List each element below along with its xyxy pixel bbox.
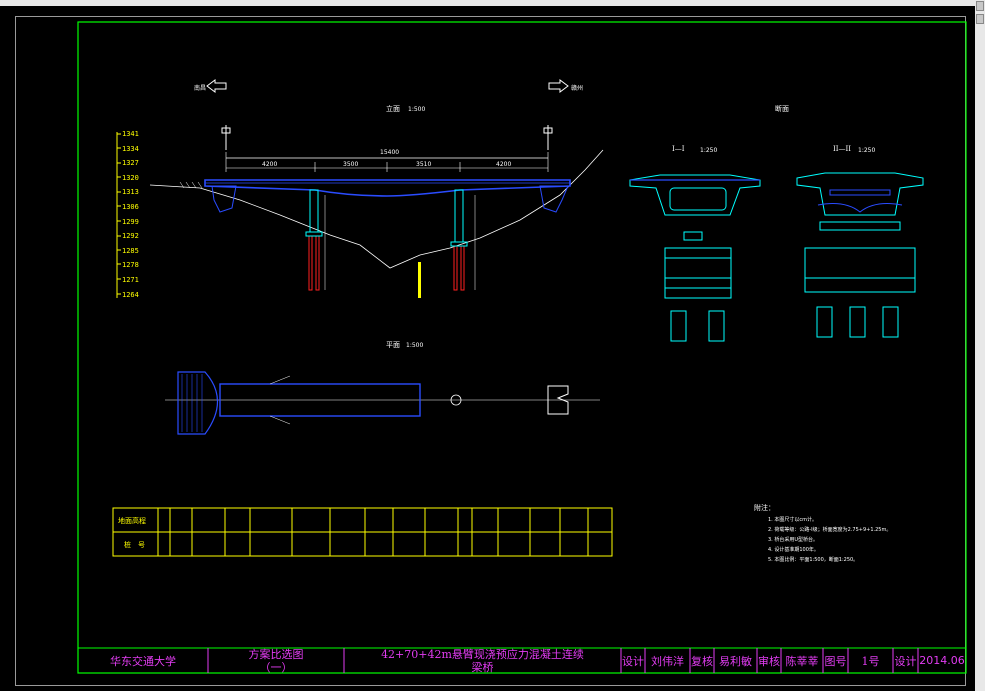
direction-right-label: 赣州 (571, 85, 584, 92)
elev-label: 1327 (122, 159, 139, 167)
dim-span2: 3500 (343, 161, 359, 168)
note-item: 5. 本图比例：平面1:500，断面1:250。 (768, 557, 859, 563)
drawing-title-line2: （一） (259, 660, 293, 674)
drawing-title: 方案比选图 （一） (208, 647, 344, 674)
designer-name: 刘伟洋 (651, 654, 684, 668)
school-name: 华东交通大学 (110, 654, 176, 668)
section2-scale: 1:250 (858, 147, 876, 154)
elev-label: 1292 (122, 232, 139, 240)
elev-label: 1341 (122, 130, 139, 138)
elev-label: 1334 (122, 145, 139, 153)
review-label: 复核 (691, 654, 713, 668)
table-row2-label: 桩 号 (124, 541, 145, 549)
direction-arrow-left (206, 79, 227, 93)
figno-label: 图号 (824, 654, 847, 668)
direction-left-label: 南昌 (194, 85, 207, 92)
title-block: 华东交通大学 方案比选图 （一） 42+70+42m悬臂现浇预应力混凝土连续 梁… (78, 647, 966, 674)
elev-label: 1320 (122, 174, 139, 182)
notes-title: 附注： (754, 504, 775, 512)
reviewer-name: 易利敏 (719, 654, 752, 668)
plan-scale: 1:500 (406, 342, 424, 349)
deck-girder (204, 179, 571, 197)
note-item: 2. 荷载等级：公路-I级；桥面宽度为2.75+9+1.25m。 (768, 527, 892, 533)
dim-span1: 4200 (262, 161, 278, 168)
dim-total: 15400 (380, 149, 400, 156)
project-title: 42+70+42m悬臂现浇预应力混凝土连续 梁桥 (344, 647, 621, 674)
section-view-1 (629, 174, 761, 342)
audit-label: 审核 (758, 654, 780, 668)
note-item: 3. 桥台采用U型桥台。 (768, 537, 819, 543)
drawing-frame (77, 21, 967, 674)
elev-label: 1285 (122, 247, 139, 255)
figno-value: 1号 (861, 654, 880, 668)
note-item: 1. 本图尺寸以cm计。 (768, 517, 817, 523)
project-line2: 梁桥 (471, 660, 494, 674)
elevation-scale: 1:500 (408, 106, 426, 113)
notes: 附注： 1. 本图尺寸以cm计。 2. 荷载等级：公路-I级；桥面宽度为2.75… (754, 503, 891, 563)
elev-label: 1271 (122, 276, 139, 284)
drawing-date: 2014.06 (919, 654, 965, 667)
direction-arrow-right (548, 79, 569, 93)
elevation-title: 立面 (386, 105, 400, 113)
auditor-name: 陈莘莘 (785, 654, 819, 668)
design-label: 设计 (622, 654, 644, 668)
section1-title: I—I (672, 145, 685, 153)
elev-label: 1306 (122, 203, 139, 211)
project-line1: 42+70+42m悬臂现浇预应力混凝土连续 (381, 647, 584, 661)
design-label-2: 设计 (894, 654, 917, 668)
elev-label: 1264 (122, 291, 139, 299)
elev-label: 1299 (122, 218, 139, 226)
elev-label: 1313 (122, 188, 139, 196)
ground-elevation-table (112, 507, 613, 557)
section2-title: II—II (833, 145, 852, 153)
drawing-title-line1: 方案比选图 (248, 647, 304, 661)
table-row1-label: 地面高程 (118, 517, 146, 525)
section-view-2 (796, 172, 924, 338)
plan-view (165, 371, 600, 435)
section1-scale: 1:250 (700, 147, 718, 154)
soil-layer-marker (418, 262, 421, 298)
elevation-view (116, 125, 604, 298)
dim-span4: 4200 (496, 161, 512, 168)
dim-span3: 3510 (416, 161, 432, 168)
elev-label: 1278 (122, 261, 139, 269)
section-title: 断面 (775, 105, 789, 113)
cad-drawing[interactable] (0, 0, 985, 691)
plan-title: 平面 (386, 341, 400, 349)
note-item: 4. 设计基准期100年。 (768, 547, 819, 553)
